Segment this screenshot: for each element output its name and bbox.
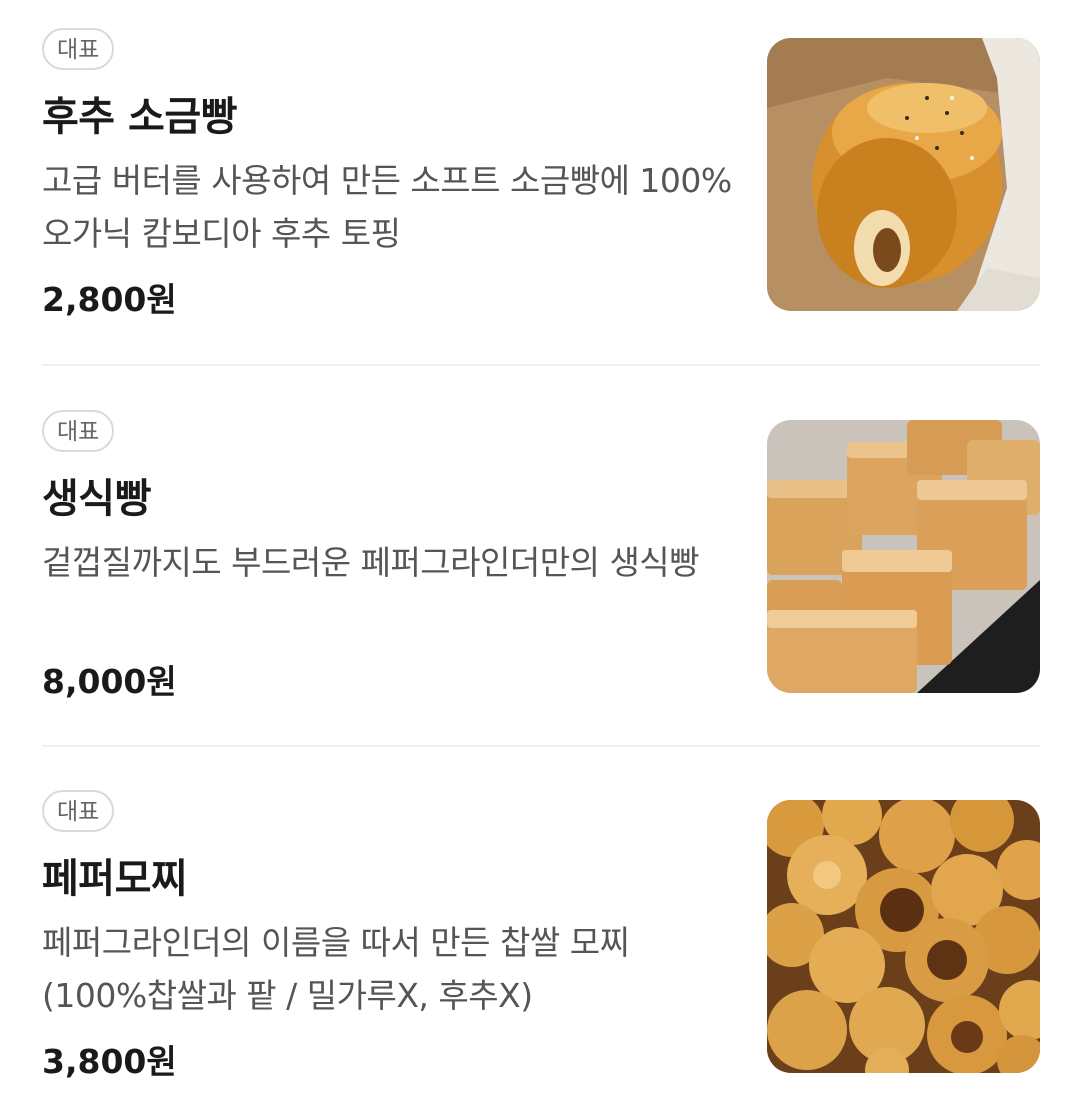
menu-item-price: 8,000원	[42, 662, 177, 701]
menu-item-pepper-mochi[interactable]: 대표 페퍼모찌 페퍼그라인더의 이름을 따서 만든 찹쌀 모찌 (100%찹쌀과…	[42, 790, 1040, 1090]
menu-item-photo[interactable]	[767, 800, 1040, 1073]
signature-badge: 대표	[42, 790, 115, 832]
divider	[42, 745, 1040, 747]
divider	[42, 364, 1040, 366]
menu-item-price: 3,800원	[42, 1042, 177, 1081]
menu-item-photo[interactable]	[767, 38, 1040, 311]
salt-bread-photo	[767, 38, 1040, 311]
signature-badge: 대표	[42, 28, 115, 70]
menu-item-name: 생식빵	[42, 476, 151, 522]
menu-item-description: 겉껍질까지도 부드러운 페퍼그라인더만의 생식빵	[42, 543, 700, 582]
menu-item-price: 2,800원	[42, 280, 177, 319]
menu-item-description: 고급 버터를 사용하여 만든 소프트 소금빵에 100% 오가닉 캄보디아 후추…	[42, 161, 732, 253]
menu-item-name: 후추 소금빵	[42, 94, 237, 140]
milk-bread-photo	[767, 420, 1040, 693]
menu-item-description: 페퍼그라인더의 이름을 따서 만든 찹쌀 모찌 (100%찹쌀과 팥 / 밀가루…	[42, 923, 630, 1015]
mochi-photo	[767, 800, 1040, 1073]
menu-item-milk-bread[interactable]: 대표 생식빵 겉껍질까지도 부드러운 페퍼그라인더만의 생식빵 8,000원	[42, 410, 1040, 710]
menu-item-name: 페퍼모찌	[42, 856, 188, 902]
signature-badge: 대표	[42, 410, 115, 452]
menu-item-photo[interactable]	[767, 420, 1040, 693]
menu-item-pepper-salt-bread[interactable]: 대표 후추 소금빵 고급 버터를 사용하여 만든 소프트 소금빵에 100% 오…	[42, 28, 1040, 328]
